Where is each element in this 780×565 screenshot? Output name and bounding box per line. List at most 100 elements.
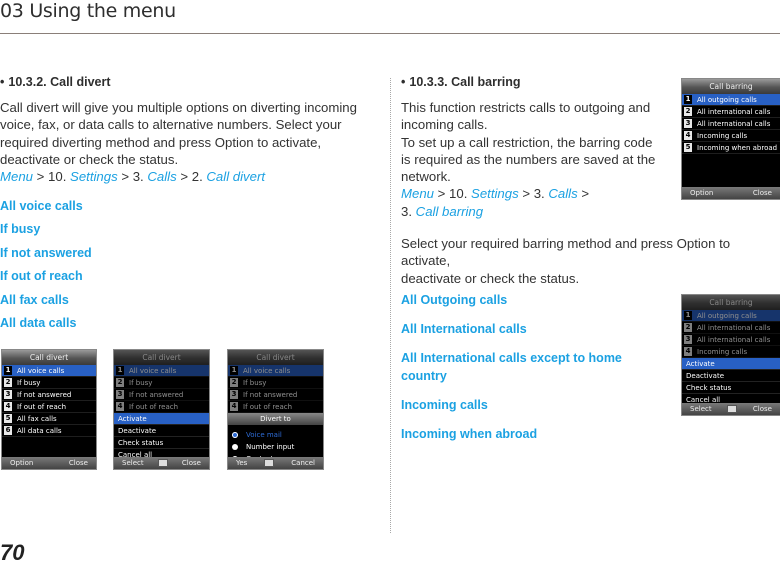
option-item-cont: country [401, 369, 447, 383]
link-calls[interactable]: Calls [147, 169, 176, 184]
number-badge: 1 [684, 311, 692, 320]
screen-title: Call barring [682, 79, 780, 94]
item-label: All fax calls [17, 414, 57, 423]
softkey-left: Select [690, 405, 712, 413]
path-sep: > 10. [434, 186, 472, 202]
screen-title: Call divert [114, 350, 209, 365]
link-call-barring[interactable]: Call barring [416, 204, 483, 219]
number-badge: 2 [4, 378, 12, 387]
ok-key-icon [264, 459, 275, 467]
number-badge: 2 [116, 378, 124, 387]
heading-text: 10.3.3. Call barring [409, 75, 521, 89]
page-number: 70 [0, 540, 25, 565]
bullet-icon: • [0, 75, 5, 89]
softkey-left: Option [690, 189, 714, 197]
radio-selected-icon [232, 432, 238, 438]
ok-key-icon [727, 405, 738, 413]
link-menu[interactable]: Menu [0, 169, 33, 184]
option-item: Incoming when abroad [401, 427, 538, 441]
link-settings[interactable]: Settings [70, 169, 118, 184]
popup-menu: Activate Deactivate Check status Cancel … [682, 358, 780, 406]
section-heading-call-barring: • 10.3.3. Call barring [401, 75, 521, 89]
item-label: Incoming calls [697, 347, 748, 356]
number-badge: 4 [684, 347, 692, 356]
screen-list-item: 1 All voice calls [228, 365, 323, 377]
bullet-icon: • [401, 75, 406, 89]
radio-label: Number input [246, 443, 295, 451]
softkey-left: Option [10, 459, 34, 467]
menu-item-deactivate: Deactivate [114, 425, 209, 437]
screen-list-item: 3 If not answered [114, 389, 209, 401]
screen-list-item: 5 Incoming when abroad [682, 142, 780, 154]
item-label: All data calls [17, 426, 62, 435]
path-sep: > [577, 186, 590, 202]
menu-item-check-status: Check status [682, 382, 780, 394]
popup-menu: Activate Deactivate Check status Cancel … [114, 413, 209, 461]
screen-list-item: 3 All international calls [682, 118, 780, 130]
radio-icon [232, 444, 238, 450]
column-divider [390, 78, 391, 533]
dimmed-background: Call divert 1 All voice calls 2 If busy 3I… [114, 350, 209, 413]
item-label: If out of reach [129, 402, 179, 411]
number-badge: 5 [4, 414, 12, 423]
link-calls[interactable]: Calls [548, 186, 577, 201]
text-line: is required as the numbers are saved at … [401, 151, 656, 167]
number-badge: 4 [4, 402, 12, 411]
number-badge: 6 [4, 426, 12, 435]
number-badge: 3 [116, 390, 124, 399]
link-call-divert[interactable]: Call divert [206, 169, 265, 184]
screen-list-item: 1 All voice calls [2, 365, 96, 377]
item-label: All international calls [697, 119, 771, 128]
item-label: All outgoing calls [697, 95, 757, 104]
option-item: All voice calls [0, 199, 83, 213]
path-sep: > 3. [518, 186, 549, 202]
dimmed-background: Call barring 1 All outgoing calls 2 All in… [682, 295, 780, 358]
item-label: Incoming calls [697, 131, 748, 140]
screen-list-item: 4 If out of reach [114, 401, 209, 413]
number-badge: 1 [230, 366, 238, 375]
menu-item-check-status: Check status [114, 437, 209, 449]
text-line: required diverting method and press Opti… [0, 134, 322, 150]
number-badge: 3 [684, 119, 692, 128]
number-badge: 3 [684, 335, 692, 344]
softkey-bar: Option Close [2, 457, 96, 469]
option-item: All fax calls [0, 292, 69, 307]
number-badge: 2 [684, 323, 692, 332]
screen-list-item: 4 If out of reach [228, 401, 323, 413]
softkey-left: Yes [236, 459, 248, 467]
item-label: If not answered [17, 390, 72, 399]
screen-list-item: 1 All outgoing calls [682, 310, 780, 322]
menu-path-cont: 3. Call barring [401, 203, 671, 220]
radio-number-input: Number input [228, 441, 323, 453]
screen-list-item: 4 Incoming calls [682, 346, 780, 358]
radio-voice-mail: Voice mail [228, 429, 323, 441]
link-settings[interactable]: Settings [471, 186, 519, 201]
softkey-left: Select [122, 459, 144, 467]
item-label: Incoming when abroad [697, 143, 778, 152]
screen-list-item: 4 If out of reach [2, 401, 96, 413]
number-badge: 3 [230, 390, 238, 399]
path-sep: > 3. [117, 169, 148, 185]
menu-item-deactivate: Deactivate [682, 370, 780, 382]
text-line: incoming calls. [401, 117, 488, 133]
screen-list-item: 1 All voice calls [114, 365, 209, 377]
path-sep: > 2. [176, 169, 207, 185]
item-label: All voice calls [129, 366, 177, 375]
number-badge: 1 [116, 366, 124, 375]
softkey-bar: Select Close [682, 403, 780, 415]
screen-list-item: 4 Incoming calls [682, 130, 780, 142]
option-item: All Outgoing calls [401, 293, 508, 307]
screen-list-item: 2 All international calls [682, 322, 780, 334]
screen-list-item: 3 All international calls [682, 334, 780, 346]
menu-item-activate: Activate [682, 358, 780, 370]
screen-title: Call divert [2, 350, 96, 365]
item-label: All outgoing calls [697, 311, 757, 320]
option-item: All International calls [401, 322, 527, 336]
item-label: All international calls [697, 107, 771, 116]
call-barring-description: This function restricts calls to outgoin… [401, 99, 671, 220]
softkey-bar: Option Close [682, 187, 780, 199]
call-divert-options: All voice calls If busy If not answered … [0, 199, 92, 339]
link-menu[interactable]: Menu [401, 186, 434, 201]
page-header: 03 Using the menu [0, 0, 780, 34]
screen-list-item: 2 All international calls [682, 106, 780, 118]
